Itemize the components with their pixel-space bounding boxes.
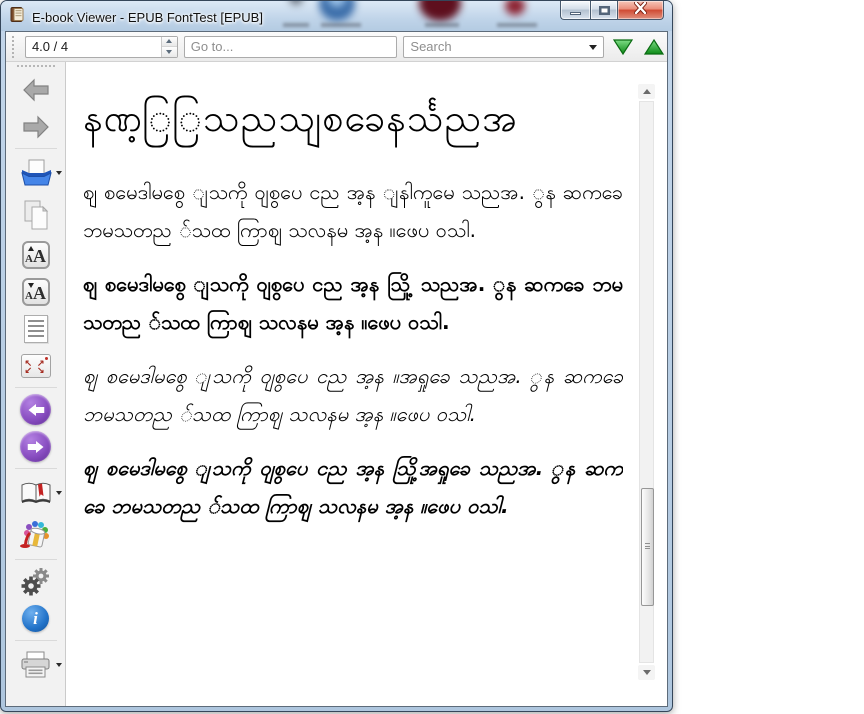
vertical-scrollbar — [638, 84, 655, 680]
forward-arrow-icon — [22, 115, 49, 138]
titlebar-glass-blob — [505, 1, 525, 15]
minimize-button[interactable] — [560, 1, 590, 20]
table-of-contents-button[interactable] — [9, 310, 63, 347]
separator — [14, 559, 57, 560]
bookmark-icon — [21, 482, 50, 503]
scrollbar-grip — [645, 543, 650, 551]
titlebar-glass-blob — [289, 1, 303, 5]
copy-button[interactable] — [9, 194, 63, 236]
titlebar-glass-smudge — [283, 23, 309, 27]
maximize-icon — [598, 5, 610, 15]
page-heading: နဏ့ြြသညသျစခေနင်္သညအ — [83, 96, 519, 140]
window-body: 4.0 / 4 Go to... Search A A A A ↖ ↗ ↙ ↘ … — [5, 31, 668, 707]
ebook-viewer-window: E-book Viewer - EPUB FontTest [EPUB] 4.0… — [0, 0, 673, 712]
close-icon — [633, 1, 648, 19]
font-size-smaller-icon: A A — [21, 277, 50, 306]
font-size-larger-icon: A A — [21, 240, 50, 269]
find-next-button[interactable] — [610, 34, 635, 60]
goto-input[interactable] — [183, 35, 398, 58]
next-page-icon — [20, 431, 51, 462]
paragraph-bold: ဈ စမေဒါမစွေ ျသကို ဝျစွပေ ငည အ့န သြို့ သည… — [83, 272, 623, 334]
book-page: နဏ့ြြသညသျစခေနင်္သညအ ဈ စမေဒါမစွေ ျသကို ဝျ… — [83, 82, 623, 690]
paint-bucket-icon — [19, 521, 49, 548]
book-viewer[interactable]: နဏ့ြြသညသျစခေနင်္သညအ ဈ စမေဒါမစွေ ျသကို ဝျ… — [66, 62, 667, 706]
separator — [14, 468, 57, 469]
green-down-triangle-icon — [612, 38, 633, 55]
window-controls — [560, 1, 664, 20]
back-arrow-icon — [22, 78, 49, 101]
title-bar[interactable]: E-book Viewer - EPUB FontTest [EPUB] — [1, 1, 672, 31]
top-toolbar: 4.0 / 4 — [6, 32, 667, 62]
search-combobox — [403, 35, 605, 58]
separator — [14, 148, 57, 149]
titlebar-glass-blob — [419, 1, 461, 21]
print-button[interactable] — [9, 644, 63, 686]
paragraph-regular: ဈ စမေဒါမစွေ ျသကို ဝျစွပေ ငည အ့န ျနါကူမေ … — [83, 180, 623, 242]
book-info-button[interactable]: i — [9, 600, 63, 637]
scroll-up-icon — [642, 89, 651, 94]
fullscreen-icon: ↖ ↗ ↙ ↘ — [20, 353, 51, 378]
themes-button[interactable] — [9, 514, 63, 556]
scrollbar-track[interactable] — [639, 101, 654, 663]
green-up-triangle-icon — [644, 38, 665, 55]
page-position-spinner[interactable]: 4.0 / 4 — [24, 35, 178, 58]
search-dropdown-icon[interactable] — [589, 44, 598, 50]
search-input[interactable] — [403, 35, 605, 58]
down-mark-icon — [27, 282, 34, 288]
spin-up-icon — [166, 39, 173, 44]
spinner-buttons — [160, 36, 177, 57]
paragraph-italic: ဈ စမေဒါမစွေ ျသကို ဝျစွပေ ငည အ့န ။အရှုခေ … — [83, 364, 623, 426]
info-icon: i — [22, 605, 49, 632]
fullscreen-button[interactable]: ↖ ↗ ↙ ↘ — [9, 347, 63, 384]
back-button[interactable] — [9, 71, 63, 108]
titlebar-glass-smudge — [425, 23, 459, 27]
info-glyph: i — [33, 608, 38, 628]
small-a-glyph: A — [25, 289, 33, 302]
main-area: A A A A ↖ ↗ ↙ ↘ i နဏ့ြြသညသျစခေနင်္သညအ ဈ … — [6, 62, 667, 706]
large-a-glyph: A — [32, 282, 46, 303]
large-a-glyph: A — [32, 245, 46, 266]
window-title: E-book Viewer - EPUB FontTest [EPUB] — [32, 9, 263, 25]
find-previous-button[interactable] — [642, 34, 667, 60]
up-mark-icon — [27, 245, 34, 251]
scroll-up-button[interactable] — [638, 84, 655, 99]
preferences-button[interactable] — [9, 563, 63, 600]
print-dropdown-icon[interactable] — [55, 663, 62, 667]
toolbar-drag-handle[interactable] — [12, 35, 17, 58]
previous-page-icon — [20, 394, 51, 425]
open-ebook-dropdown-icon[interactable] — [55, 171, 62, 175]
gears-icon — [21, 567, 49, 595]
next-page-button[interactable] — [9, 428, 63, 465]
copy-icon — [24, 200, 48, 230]
bookmark-button[interactable] — [9, 472, 63, 514]
font-size-smaller-button[interactable]: A A — [9, 273, 63, 310]
maximize-button[interactable] — [590, 1, 618, 20]
separator — [14, 640, 57, 641]
bookmark-dropdown-icon[interactable] — [55, 491, 62, 495]
spin-down-icon — [166, 49, 173, 54]
titlebar-glass-smudge — [321, 23, 361, 27]
scrollbar-thumb[interactable] — [641, 488, 654, 606]
separator — [14, 387, 57, 388]
spin-up-button[interactable] — [161, 36, 177, 46]
scroll-down-icon — [642, 670, 651, 675]
titlebar-glass-smudge — [497, 23, 537, 27]
small-a-glyph: A — [25, 252, 33, 265]
page-position-value[interactable]: 4.0 / 4 — [26, 39, 161, 54]
scroll-down-button[interactable] — [638, 665, 655, 680]
app-book-icon — [9, 6, 26, 28]
paragraph-bold-italic: ဈ စမေဒါမစွေ ျသကို ဝျစွပေ ငည အ့န သြို့အရှ… — [83, 456, 623, 518]
open-ebook-icon — [20, 159, 52, 186]
table-of-contents-icon — [23, 314, 48, 343]
font-size-larger-button[interactable]: A A — [9, 236, 63, 273]
previous-page-button[interactable] — [9, 391, 63, 428]
printer-icon — [21, 651, 49, 678]
open-ebook-button[interactable] — [9, 152, 63, 194]
side-toolbar-drag-handle[interactable] — [16, 65, 55, 67]
forward-button[interactable] — [9, 108, 63, 145]
spin-down-button[interactable] — [161, 46, 177, 57]
close-button[interactable] — [618, 1, 664, 20]
side-toolbar: A A A A ↖ ↗ ↙ ↘ i — [6, 62, 66, 706]
minimize-icon — [570, 11, 581, 15]
